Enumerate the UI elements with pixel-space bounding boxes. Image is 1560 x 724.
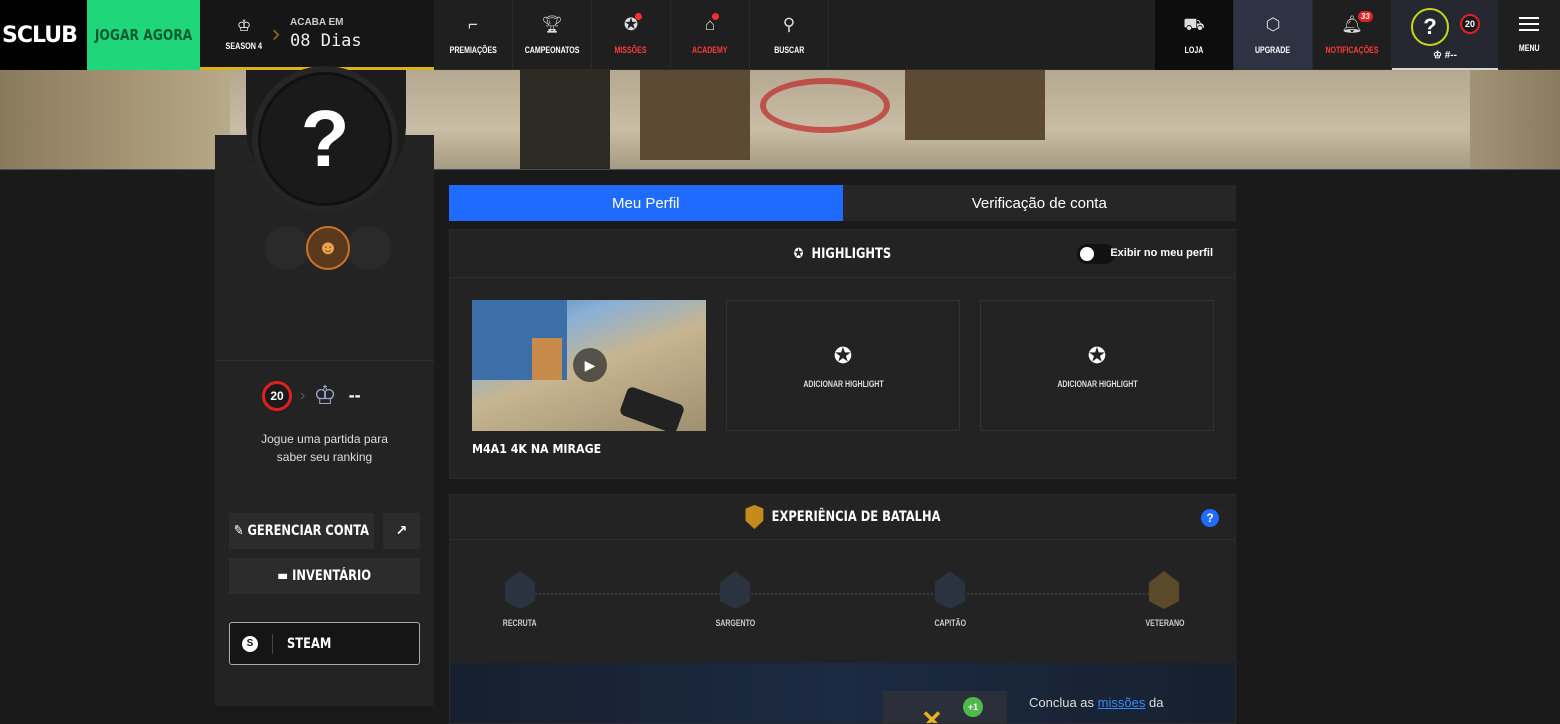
add-highlight-slot[interactable]: ✪ ADICIONAR HIGHLIGHT — [980, 300, 1214, 431]
top-navbar: SCLUB JOGAR AGORA ♔ SEASON 4 › ACABA EM … — [0, 0, 1560, 70]
nav-notificacoes[interactable]: 🔔︎ 33 NOTIFICAÇÕES — [1313, 0, 1392, 70]
star-badge-icon: ✪ — [833, 342, 853, 368]
shield-icon — [744, 505, 763, 529]
crown-icon: ♔ — [236, 18, 252, 35]
divider — [215, 360, 434, 361]
rank-capitao-icon — [934, 570, 966, 610]
gun-icon: ⌐ — [468, 15, 478, 34]
play-icon[interactable]: ▶ — [573, 348, 607, 382]
menu-button[interactable]: MENU — [1498, 0, 1560, 70]
highlights-title: HIGHLIGHTS — [811, 245, 892, 262]
season-label: SEASON 4 — [225, 41, 263, 51]
xp-card: ✕ +1 — [883, 691, 1007, 724]
nav-academy[interactable]: ⌂ ACADEMY — [671, 0, 750, 70]
trophy-icon: 🏆︎ — [541, 15, 563, 34]
avatar-icon: ? — [1411, 7, 1449, 46]
battle-xp-title: EXPERIÊNCIA DE BATALHA — [771, 509, 941, 525]
star-badge-icon: ✪ — [793, 245, 804, 262]
nav-loja[interactable]: ⛟ LOJA — [1155, 0, 1234, 70]
ends-label: ACABA EM — [290, 16, 344, 28]
steam-button[interactable]: S STEAM — [229, 622, 420, 665]
xp-missions-banner: ✕ +1 Conclua as missões da — [450, 663, 1235, 724]
ends-value: 08 Dias — [290, 30, 362, 51]
crown-icon: ♔ — [313, 380, 337, 410]
pencil-icon: ✎ — [233, 523, 248, 539]
upgrade-icon: ⬡ — [1265, 15, 1281, 34]
battle-xp-panel: EXPERIÊNCIA DE BATALHA ? RECRUTA SARGENT… — [449, 494, 1236, 724]
cart-icon: ⛟ — [1183, 15, 1205, 34]
rank-label: VETERANO — [1145, 618, 1185, 628]
nav-upgrade[interactable]: ⬡ UPGRADE — [1234, 0, 1313, 70]
nav-buscar[interactable]: ⚲ BUSCAR — [750, 0, 829, 70]
rank-recruta-icon — [504, 570, 536, 610]
rank-veterano-icon — [1148, 570, 1180, 610]
rank-label: CAPITÃO — [934, 618, 967, 628]
inventory-button[interactable]: ▬ INVENTÁRIO — [229, 558, 420, 594]
profile-avatar[interactable]: ? — [258, 72, 392, 206]
rank-row: 20 › ♔ -- — [262, 380, 361, 411]
toggle-label: Exibir no meu perfil — [1110, 247, 1213, 259]
help-icon[interactable]: ? — [1201, 509, 1219, 527]
nav-premiacoes[interactable]: ⌐ PREMIAÇÕES — [434, 0, 513, 70]
video-title: M4A1 4K NA MIRAGE — [472, 442, 602, 456]
missions-link[interactable]: missões — [1098, 695, 1146, 710]
nav-missoes[interactable]: ✪ MISSÕES — [592, 0, 671, 70]
profile-tabs: Meu Perfil Verificação de conta — [449, 185, 1236, 221]
add-highlight-slot[interactable]: ✪ ADICIONAR HIGHLIGHT — [726, 300, 960, 431]
nav-campeonatos[interactable]: 🏆︎ CAMPEONATOS — [513, 0, 592, 70]
xp-logo-icon: ✕ — [921, 705, 943, 724]
rank-sargento-icon — [719, 570, 751, 610]
highlight-video[interactable]: ▶ — [472, 300, 706, 431]
level-badge: 20 — [262, 380, 292, 411]
tab-meu-perfil[interactable]: Meu Perfil — [449, 185, 843, 221]
search-icon: ⚲ — [782, 15, 796, 34]
chevron-right-icon: › — [300, 386, 306, 404]
xp-missions-text: Conclua as missões da — [1029, 695, 1164, 710]
chevron-right-icon: › — [272, 19, 280, 47]
archive-icon: ▬ — [277, 568, 293, 584]
rank-label: RECRUTA — [502, 618, 537, 628]
play-now-button[interactable]: JOGAR AGORA — [87, 0, 201, 70]
share-button[interactable]: ↗ — [383, 513, 420, 549]
hamburger-icon — [1519, 17, 1539, 31]
steam-icon: S — [242, 635, 258, 652]
rank-value: -- — [348, 385, 361, 405]
medal-icon: ✪ — [624, 13, 643, 37]
season-info[interactable]: ♔ SEASON 4 › ACABA EM 08 Dias — [200, 0, 434, 70]
highlights-panel: ✪ HIGHLIGHTS Exibir no meu perfil ▶ M4A1 … — [449, 229, 1236, 479]
bell-icon: 🔔︎ 33 — [1341, 11, 1373, 37]
tab-verificacao[interactable]: Verificação de conta — [843, 185, 1237, 221]
manage-account-button[interactable]: ✎ GERENCIAR CONTA — [229, 513, 374, 549]
show-on-profile-toggle[interactable] — [1077, 244, 1115, 264]
soldier-badge-icon[interactable]: ☻ — [306, 226, 350, 270]
badge-icons: ☻ — [265, 226, 391, 270]
share-icon: ↗ — [395, 523, 408, 539]
profile-rank: ♔ #-- — [1433, 49, 1457, 61]
graduation-cap-icon: ⌂ — [705, 13, 720, 37]
logo[interactable]: SCLUB — [0, 0, 87, 70]
level-badge: 20 — [1460, 14, 1480, 34]
crown-icon: ♔ — [1433, 49, 1445, 61]
notification-count: 33 — [1357, 11, 1373, 22]
profile-menu[interactable]: ? 20 ♔ #-- — [1392, 0, 1498, 70]
plus-badge: +1 — [963, 697, 983, 717]
profile-sidebar — [215, 135, 434, 706]
rank-label: SARGENTO — [715, 618, 756, 628]
rank-hint: Jogue uma partida para saber seu ranking — [261, 432, 388, 464]
star-badge-icon: ✪ — [1087, 342, 1107, 368]
